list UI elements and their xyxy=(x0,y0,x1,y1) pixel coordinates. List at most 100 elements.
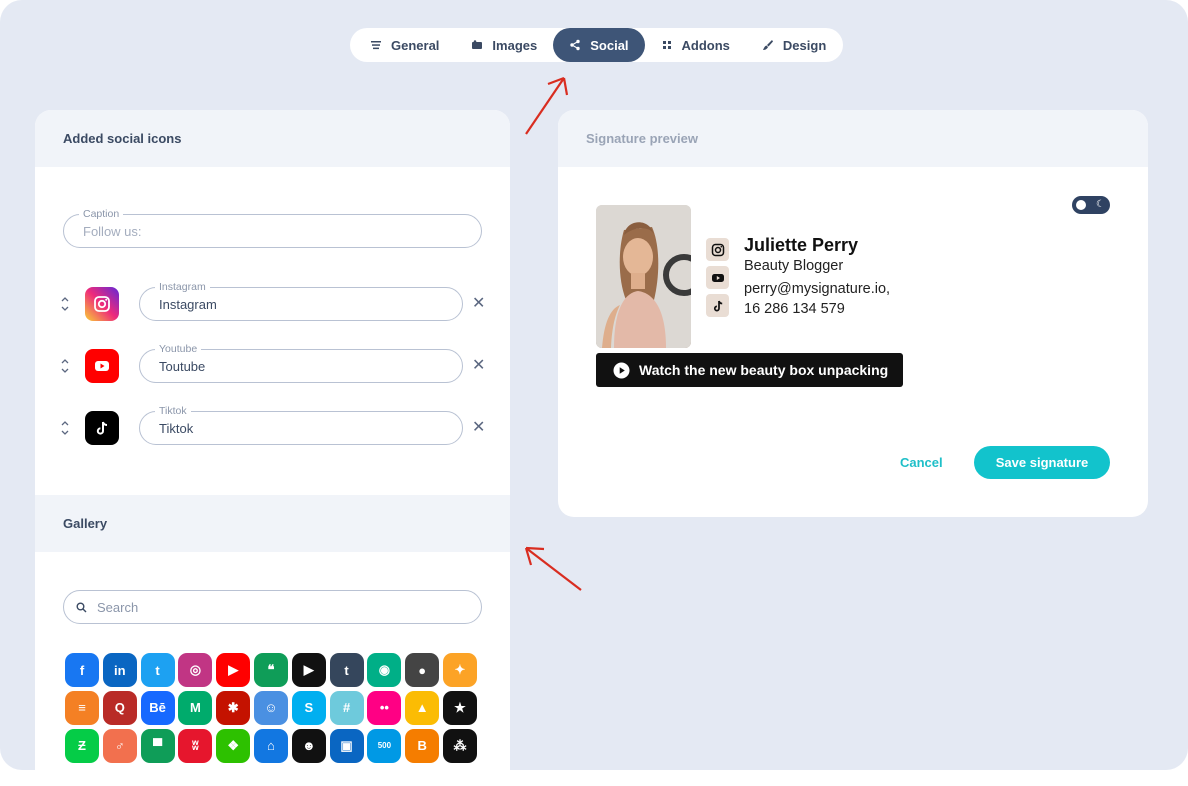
box-icon[interactable]: ▣ xyxy=(329,728,364,763)
flickr-icon[interactable]: •• xyxy=(367,690,402,725)
image-icon xyxy=(472,40,483,49)
gallery-title: Gallery xyxy=(35,495,510,552)
instagram-label: Instagram xyxy=(155,280,210,294)
500px-icon[interactable]: 500 xyxy=(367,728,402,763)
share-icon xyxy=(570,39,580,51)
signature-email[interactable]: perry@mysignature.io, xyxy=(744,281,890,297)
badoo-icon[interactable]: ♂ xyxy=(102,728,137,763)
toggle-knob xyxy=(1076,200,1086,210)
signature-role: Beauty Blogger xyxy=(744,258,844,274)
cancel-button[interactable]: Cancel xyxy=(900,455,943,470)
deviantart-icon[interactable]: Ƶ xyxy=(65,728,99,763)
youtube-label: Youtube xyxy=(155,342,202,356)
instagram-field[interactable]: Instagram Instagram xyxy=(139,280,463,321)
hangouts-icon[interactable]: ❝ xyxy=(253,653,288,687)
youtube-icon[interactable] xyxy=(706,266,729,289)
instagram-value: Instagram xyxy=(159,297,217,312)
signature-preview-panel: Signature preview ☾ Juliette Perry Beaut… xyxy=(558,110,1148,517)
quora-icon[interactable]: Q xyxy=(102,690,137,725)
meetup-icon[interactable]: ⁂ xyxy=(442,728,477,763)
drag-handle-icon[interactable] xyxy=(61,358,69,374)
linkedin-icon[interactable]: in xyxy=(102,653,137,687)
wechat-icon[interactable]: ❖ xyxy=(216,728,251,763)
remove-tiktok-button[interactable]: ✕ xyxy=(472,420,485,436)
youtube-icon xyxy=(85,349,119,383)
caption-label: Caption xyxy=(79,207,124,221)
app-frame: General Images Social Addons Design Adde… xyxy=(0,0,1188,770)
twitter-icon[interactable]: t xyxy=(140,653,175,687)
tab-label: Addons xyxy=(681,37,730,53)
play-icon xyxy=(613,362,630,378)
drag-handle-icon[interactable] xyxy=(61,296,69,312)
yelp-icon[interactable]: ✱ xyxy=(216,690,251,725)
slack-icon[interactable]: # xyxy=(329,690,364,725)
star-icon[interactable]: ★ xyxy=(442,690,477,725)
tab-addons[interactable]: Addons xyxy=(645,28,746,62)
tiktok-field[interactable]: Tiktok Tiktok xyxy=(139,404,463,445)
github-icon[interactable]: ● xyxy=(405,653,440,687)
lines-icon xyxy=(371,41,381,50)
annotation-arrow-icon xyxy=(524,546,582,591)
caption-placeholder: Follow us: xyxy=(83,224,142,239)
tiktok-icon xyxy=(85,411,119,445)
blogger-icon[interactable]: B xyxy=(405,728,440,763)
medium-icon[interactable]: M xyxy=(178,690,213,725)
facebook-icon[interactable]: f xyxy=(65,653,99,687)
youtube-value: Toutube xyxy=(159,359,206,374)
profile-photo xyxy=(596,205,691,348)
brush-icon xyxy=(762,40,773,50)
google-play-icon[interactable]: ▶ xyxy=(291,653,326,687)
tab-general[interactable]: General xyxy=(354,28,455,62)
gallery-search-input[interactable]: Search xyxy=(63,590,482,624)
preview-title: Signature preview xyxy=(558,110,1148,167)
skype-icon[interactable]: S xyxy=(291,690,326,725)
remove-instagram-button[interactable]: ✕ xyxy=(472,296,485,312)
tab-label: Images xyxy=(492,37,538,53)
instagram-icon[interactable]: ◎ xyxy=(178,653,213,687)
tab-images[interactable]: Images xyxy=(455,28,553,62)
caption-field[interactable]: Caption Follow us: xyxy=(63,207,482,248)
moon-icon: ☾ xyxy=(1096,199,1105,210)
search-icon xyxy=(76,602,87,612)
grid-icon xyxy=(662,41,671,49)
gitlab-icon[interactable]: ✦ xyxy=(442,653,477,687)
signature-name: Juliette Perry xyxy=(744,235,859,255)
search-placeholder: Search xyxy=(97,599,139,615)
behance-icon[interactable]: Bē xyxy=(140,690,175,725)
tab-label: General xyxy=(391,37,440,53)
save-signature-button[interactable]: Save signature xyxy=(974,446,1110,479)
drag-handle-icon[interactable] xyxy=(61,420,69,436)
tripadvisor-icon[interactable]: ◉ xyxy=(367,653,402,687)
tab-bar: General Images Social Addons Design xyxy=(350,28,843,62)
tab-label: Social xyxy=(590,37,629,53)
youtube-icon[interactable]: ▶ xyxy=(216,653,251,687)
dark-mode-toggle[interactable]: ☾ xyxy=(1072,196,1110,214)
youtube-field[interactable]: Youtube Toutube xyxy=(139,342,463,383)
gallery-grid: f in t ◎ ▶ ❝ ▶ t ◉ ● ✦ ≡ Q Bē M ✱ ☺ S # •• ▲ ★ Ƶ ♂ ▀ ʬ ❖ ⌂ ☻ ▣ 500 B ⁂ xyxy=(65,653,485,763)
smile-icon[interactable]: ☻ xyxy=(291,728,326,763)
panel-title: Added social icons xyxy=(35,110,510,167)
tiktok-label: Tiktok xyxy=(155,404,191,418)
tiktok-icon[interactable] xyxy=(706,294,729,317)
tab-social[interactable]: Social xyxy=(553,28,645,62)
tab-label: Design xyxy=(782,37,827,53)
social-row-tiktok: Tiktok Tiktok ✕ xyxy=(35,404,510,445)
social-row-youtube: Youtube Toutube ✕ xyxy=(35,342,510,383)
remove-youtube-button[interactable]: ✕ xyxy=(472,358,485,374)
snapchat-icon[interactable]: ☺ xyxy=(253,690,288,725)
zillow-icon[interactable]: ⌂ xyxy=(253,728,288,763)
tiktok-value: Tiktok xyxy=(159,421,194,436)
social-row-instagram: Instagram Instagram ✕ xyxy=(35,280,510,321)
signature-phone: 16 286 134 579 xyxy=(744,301,845,317)
tumblr-icon[interactable]: t xyxy=(329,653,364,687)
instagram-icon[interactable] xyxy=(706,238,729,261)
instagram-icon xyxy=(85,287,119,321)
signature-social-icons xyxy=(706,238,729,322)
video-banner-label: Watch the new beauty box unpacking xyxy=(639,362,889,378)
weibo-icon[interactable]: ʬ xyxy=(178,728,213,763)
tab-design[interactable]: Design xyxy=(746,28,842,62)
stackoverflow-icon[interactable]: ≡ xyxy=(65,690,99,725)
google-drive-icon[interactable]: ▲ xyxy=(405,690,440,725)
video-banner[interactable]: Watch the new beauty box unpacking xyxy=(596,353,903,387)
shirt-icon[interactable]: ▀ xyxy=(140,728,175,763)
